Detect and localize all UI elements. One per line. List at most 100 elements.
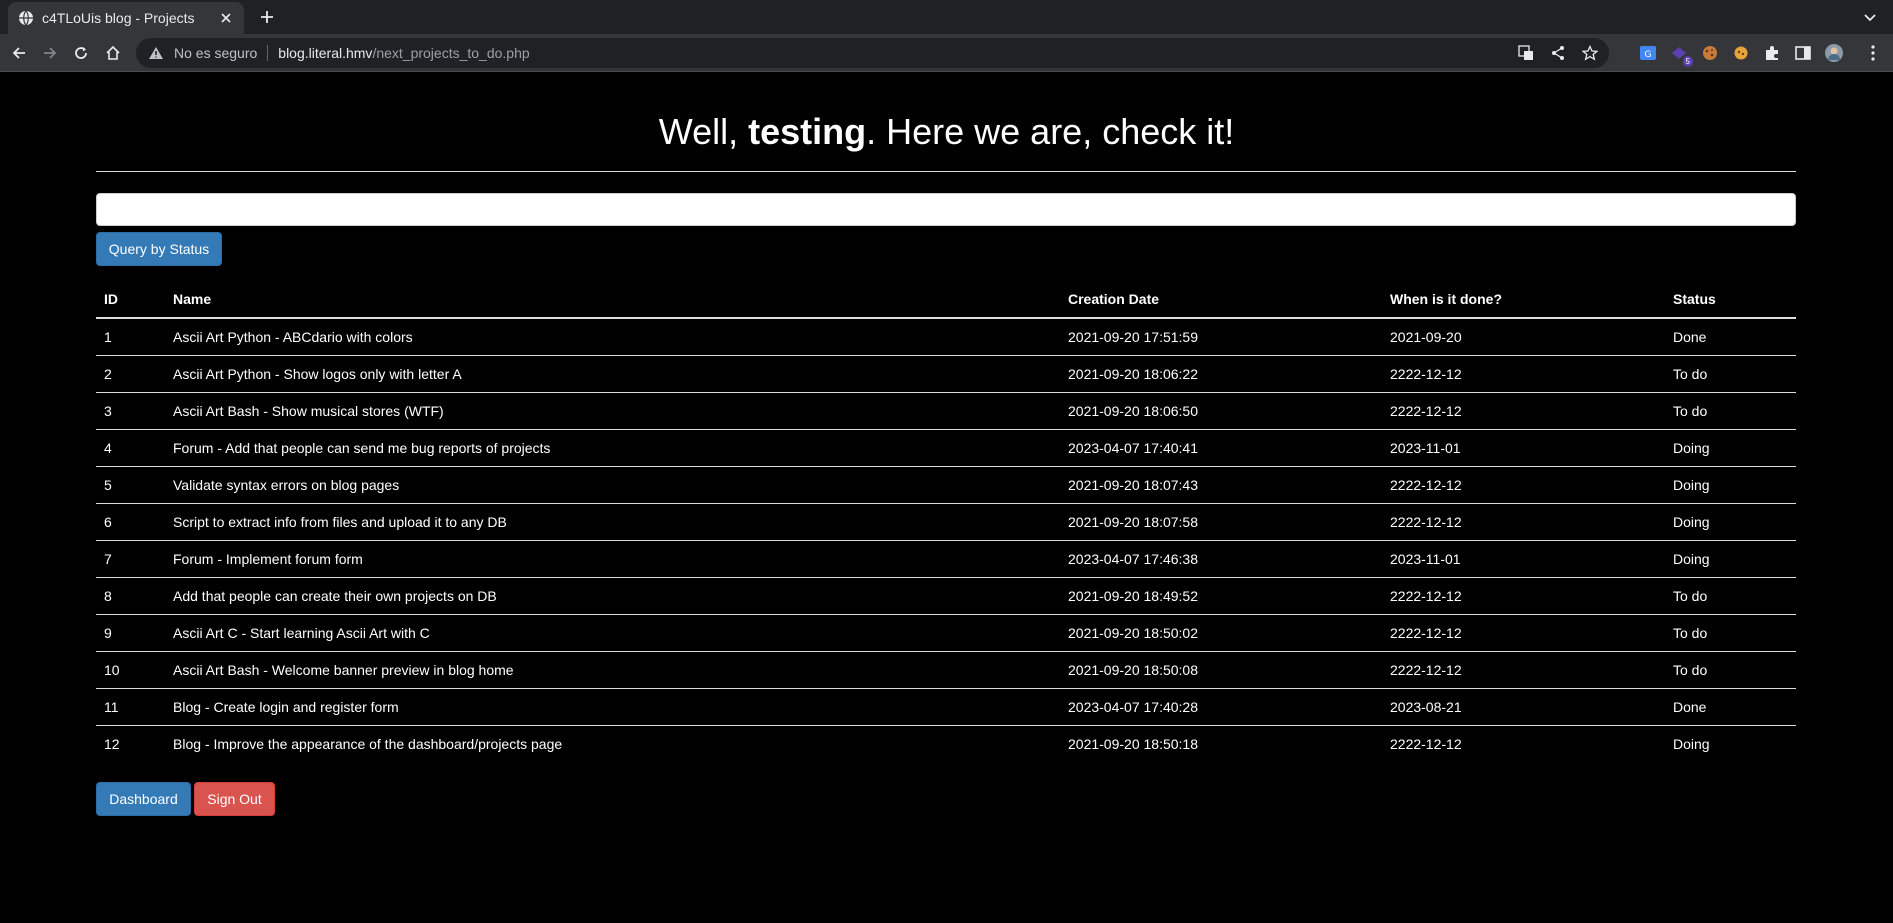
- dashboard-button[interactable]: Dashboard: [96, 782, 191, 816]
- cell-id: 9: [96, 613, 165, 651]
- divider: [96, 171, 1796, 172]
- cell-creation-date: 2021-09-20 18:50:02: [1060, 613, 1382, 651]
- table-row: 11 Blog - Create login and register form 2…: [96, 687, 1796, 725]
- close-tab-icon[interactable]: [218, 10, 234, 26]
- table-row: 1 Ascii Art Python - ABCdario with colors…: [96, 318, 1796, 355]
- cell-name: Add that people can create their own pro…: [165, 576, 1060, 614]
- table-body: 1 Ascii Art Python - ABCdario with colors…: [96, 318, 1796, 762]
- heading-username: testing: [748, 111, 867, 152]
- cookie-editor-icon[interactable]: [1731, 43, 1751, 63]
- extensions-puzzle-icon[interactable]: [1762, 43, 1782, 63]
- globe-icon: [18, 10, 34, 26]
- cell-id: 11: [96, 687, 165, 725]
- cell-id: 8: [96, 576, 165, 614]
- home-icon[interactable]: [102, 42, 124, 64]
- reload-icon[interactable]: [70, 42, 92, 64]
- cell-creation-date: 2023-04-07 17:46:38: [1060, 539, 1382, 577]
- cell-when-done: 2021-09-20: [1390, 328, 1462, 345]
- cell-creation-date: 2023-04-07 17:40:28: [1060, 687, 1382, 725]
- column-header-id: ID: [96, 280, 165, 319]
- cookie-icon[interactable]: [1700, 43, 1720, 63]
- warning-icon[interactable]: [148, 45, 164, 61]
- back-icon[interactable]: [8, 42, 30, 64]
- cell-when-done: 2023-11-01: [1382, 428, 1665, 466]
- cell-name: Blog - Create login and register form: [165, 687, 1060, 725]
- cell-when-done: 2222-12-12: [1382, 502, 1665, 540]
- column-header-status: Status: [1665, 280, 1796, 319]
- column-header-when-done: When is it done?: [1382, 280, 1665, 319]
- cell-name: Ascii Art Bash - Welcome banner preview …: [165, 650, 1060, 688]
- table-row: 4 Forum - Add that people can send me bug…: [96, 428, 1796, 466]
- cell-status: Doing: [1665, 502, 1796, 540]
- browser-tab[interactable]: c4TLoUis blog - Projects: [8, 2, 244, 34]
- status-query-input[interactable]: [96, 193, 1796, 226]
- cell-id: 6: [96, 502, 165, 540]
- cell-creation-date: 2021-09-20 17:51:59: [1068, 328, 1198, 345]
- cell-when-done: 2222-12-12: [1382, 724, 1665, 762]
- projects-table: ID Name Creation Date When is it done? S…: [96, 280, 1796, 762]
- column-header-name: Name: [165, 280, 1060, 319]
- cell-name: Forum - Implement forum form: [165, 539, 1060, 577]
- cell-creation-date: 2021-09-20 18:50:08: [1060, 650, 1382, 688]
- cell-status: To do: [1665, 391, 1796, 429]
- cell-name: Script to extract info from files and up…: [165, 502, 1060, 540]
- cell-when-done: 2222-12-12: [1382, 465, 1665, 503]
- profile-avatar-icon[interactable]: [1824, 43, 1844, 63]
- translate-icon[interactable]: [1517, 44, 1535, 62]
- table-row: 9 Ascii Art C - Start learning Ascii Art …: [96, 613, 1796, 651]
- divider: [267, 45, 269, 61]
- cell-when-done: 2222-12-12: [1382, 650, 1665, 688]
- bookmark-star-icon[interactable]: [1581, 44, 1599, 62]
- extension-badge-icon[interactable]: 5: [1669, 43, 1693, 67]
- cell-id: 1: [104, 328, 112, 345]
- url-path[interactable]: /next_projects_to_do.php: [372, 45, 529, 61]
- cell-status: To do: [1665, 576, 1796, 614]
- tab-title: c4TLoUis blog - Projects: [42, 10, 195, 26]
- cell-creation-date: 2021-09-20 18:07:58: [1060, 502, 1382, 540]
- cell-status: To do: [1665, 354, 1796, 392]
- query-by-status-button[interactable]: Query by Status: [96, 232, 222, 266]
- table-row: 5 Validate syntax errors on blog pages 202…: [96, 465, 1796, 503]
- share-icon[interactable]: [1549, 44, 1567, 62]
- cell-when-done: 2023-08-21: [1382, 687, 1665, 725]
- table-row: 2 Ascii Art Python - Show logos only with…: [96, 354, 1796, 392]
- table-row: 3 Ascii Art Bash - Show musical stores (W…: [96, 391, 1796, 429]
- cell-creation-date: 2021-09-20 18:07:43: [1060, 465, 1382, 503]
- extension-badge-count: 5: [1682, 56, 1693, 67]
- url-host[interactable]: blog.literal.hmv: [278, 45, 372, 61]
- side-panel-icon[interactable]: [1793, 43, 1813, 63]
- svg-text:G: G: [1645, 50, 1652, 60]
- forward-icon[interactable]: [39, 42, 61, 64]
- cell-id: 4: [96, 428, 165, 466]
- cell-status: Done: [1665, 687, 1796, 725]
- cell-status: Doing: [1665, 539, 1796, 577]
- cell-id: 7: [96, 539, 165, 577]
- new-tab-icon[interactable]: [256, 6, 278, 28]
- cell-creation-date: 2021-09-20 18:06:22: [1060, 354, 1382, 392]
- cell-id: 12: [96, 724, 165, 762]
- cell-status: Doing: [1665, 465, 1796, 503]
- kebab-menu-icon[interactable]: [1863, 43, 1883, 63]
- cell-status: Doing: [1665, 428, 1796, 466]
- cell-name: Ascii Art C - Start learning Ascii Art w…: [165, 613, 1060, 651]
- cell-when-done: 2222-12-12: [1382, 613, 1665, 651]
- security-label[interactable]: No es seguro: [174, 45, 257, 61]
- page-content: Well, testing. Here we are, check it! Qu…: [0, 72, 1893, 923]
- cell-id: 3: [96, 391, 165, 429]
- address-bar[interactable]: No es seguro blog.literal.hmv /next_proj…: [136, 38, 1609, 68]
- table-header-row: ID Name Creation Date When is it done? S…: [96, 280, 1796, 319]
- sign-out-button[interactable]: Sign Out: [194, 782, 275, 816]
- table-row: 10 Ascii Art Bash - Welcome banner previe…: [96, 650, 1796, 688]
- translate-extension-icon[interactable]: G: [1638, 43, 1658, 63]
- chevron-down-icon[interactable]: [1861, 8, 1879, 26]
- tab-bar: c4TLoUis blog - Projects: [0, 0, 1893, 34]
- cell-name: Blog - Improve the appearance of the das…: [165, 724, 1060, 762]
- cell-name: Ascii Art Python - ABCdario with colors: [173, 328, 413, 345]
- cell-when-done: 2222-12-12: [1382, 354, 1665, 392]
- cell-status: To do: [1665, 650, 1796, 688]
- cell-when-done: 2222-12-12: [1382, 391, 1665, 429]
- heading-suffix: . Here we are, check it!: [866, 111, 1235, 152]
- page-heading: Well, testing. Here we are, check it!: [0, 110, 1893, 154]
- cell-status: To do: [1665, 613, 1796, 651]
- cell-name: Ascii Art Python - Show logos only with …: [165, 354, 1060, 392]
